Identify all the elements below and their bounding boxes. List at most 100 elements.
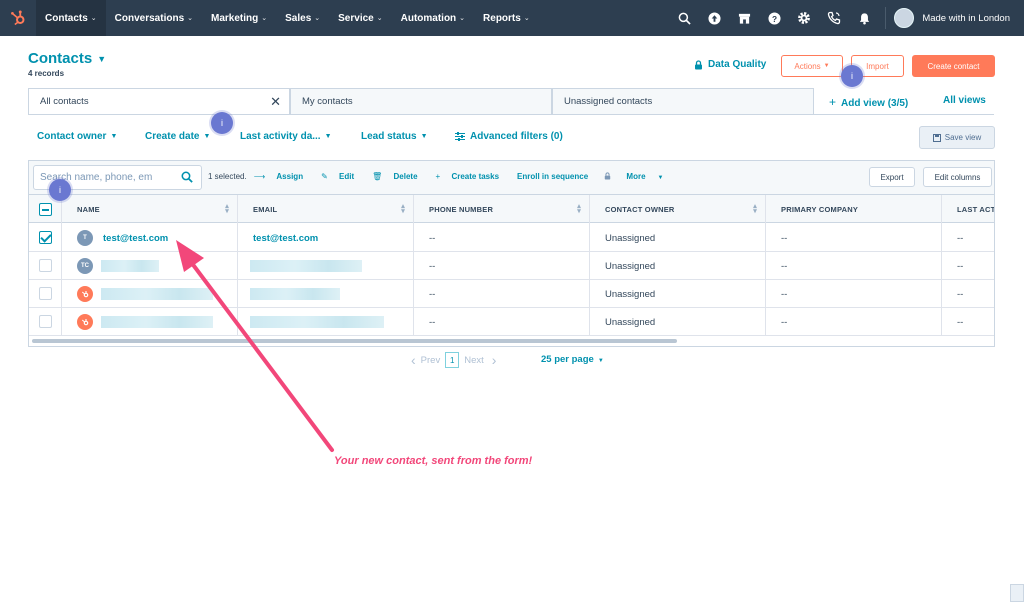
calling-icon[interactable] bbox=[819, 0, 849, 36]
tab-unassigned-contacts[interactable]: Unassigned contacts bbox=[552, 88, 814, 115]
row-checkbox[interactable] bbox=[39, 259, 52, 272]
create-tasks-action[interactable]: + Create tasks bbox=[436, 172, 509, 181]
enroll-sequence-action[interactable]: Enroll in sequence bbox=[517, 172, 611, 181]
tour-hotspot-badge[interactable]: i bbox=[841, 65, 863, 87]
upgrade-icon[interactable] bbox=[699, 0, 729, 36]
redacted-name[interactable] bbox=[101, 288, 213, 300]
company-value: -- bbox=[781, 232, 788, 244]
advanced-filters-button[interactable]: Advanced filters (0) bbox=[455, 131, 563, 142]
trash-icon: 🗑︎ bbox=[372, 172, 385, 181]
nav-service[interactable]: Service ⌄ bbox=[329, 0, 391, 36]
tour-hotspot-badge[interactable]: i bbox=[211, 112, 233, 134]
column-header-contact-owner[interactable]: CONTACT OWNER ▴ ▾ bbox=[589, 195, 765, 223]
nav-automation[interactable]: Automation ⌄ bbox=[392, 0, 474, 36]
edit-label: Edit bbox=[339, 172, 355, 181]
chevron-left-icon[interactable]: ‹ bbox=[411, 352, 416, 368]
chevron-down-icon: ⌄ bbox=[523, 15, 530, 22]
per-page-select[interactable]: 25 per page ▼ bbox=[541, 354, 604, 365]
account-name[interactable]: Made with in London bbox=[922, 13, 1024, 24]
data-quality-link[interactable]: Data Quality bbox=[694, 59, 766, 70]
table-row[interactable]: -- Unassigned -- -- bbox=[29, 308, 994, 336]
column-header-last-activity[interactable]: LAST ACT bbox=[941, 195, 994, 223]
current-page[interactable]: 1 bbox=[445, 352, 460, 368]
nav-sales[interactable]: Sales ⌄ bbox=[276, 0, 329, 36]
row-checkbox[interactable] bbox=[39, 315, 52, 328]
redacted-name[interactable] bbox=[101, 260, 159, 272]
sort-icon[interactable]: ▴ ▾ bbox=[225, 203, 229, 215]
settings-gear-icon[interactable] bbox=[789, 0, 819, 36]
view-tabs: All contacts ✕ My contacts Unassigned co… bbox=[28, 88, 814, 115]
hubspot-logo-icon[interactable] bbox=[0, 0, 36, 36]
filter-bar: Contact owner ▼ Create date ▼ Last activit… bbox=[37, 131, 563, 142]
actions-button[interactable]: Actions ▼ bbox=[781, 55, 843, 77]
tab-label: My contacts bbox=[302, 96, 353, 107]
more-actions-dropdown[interactable]: More ▼ bbox=[626, 172, 672, 181]
row-checkbox[interactable] bbox=[39, 287, 52, 300]
sort-icon[interactable]: ▴ ▾ bbox=[401, 203, 405, 215]
create-contact-button[interactable]: Create contact bbox=[912, 55, 995, 77]
redacted-name[interactable] bbox=[101, 316, 213, 328]
redacted-email[interactable] bbox=[250, 260, 362, 272]
search-icon[interactable] bbox=[181, 171, 193, 183]
close-icon[interactable]: ✕ bbox=[270, 94, 281, 110]
redacted-email[interactable] bbox=[250, 316, 384, 328]
sort-icon[interactable]: ▴ ▾ bbox=[753, 203, 757, 215]
add-view-button[interactable]: + Add view (3/5) bbox=[829, 95, 908, 109]
more-label: More bbox=[626, 172, 646, 181]
edit-columns-button[interactable]: Edit columns bbox=[923, 167, 992, 187]
plus-icon: + bbox=[829, 95, 837, 109]
nav-conversations[interactable]: Conversations ⌄ bbox=[106, 0, 202, 36]
filter-label: Lead status bbox=[361, 131, 417, 142]
notifications-bell-icon[interactable] bbox=[849, 0, 879, 36]
tour-hotspot-badge[interactable]: i bbox=[49, 179, 71, 201]
nav-divider bbox=[885, 7, 887, 29]
filter-last-activity-date[interactable]: Last activity da... ▼ bbox=[240, 131, 361, 142]
hubspot-sprocket-icon bbox=[77, 286, 93, 302]
search-icon[interactable] bbox=[669, 0, 699, 36]
filter-contact-owner[interactable]: Contact owner ▼ bbox=[37, 131, 145, 142]
edit-action[interactable]: ✎ Edit bbox=[321, 172, 363, 181]
prev-page-button[interactable]: Prev bbox=[421, 355, 441, 366]
bulk-actions: 1 selected. ⟶ Assign ✎ Edit 🗑︎ Delete + … bbox=[208, 172, 681, 181]
save-view-button[interactable]: Save view bbox=[919, 126, 995, 149]
annotation-callout: Your new contact, sent from the form! bbox=[334, 455, 533, 467]
contact-name-link[interactable]: test@test.com bbox=[103, 233, 168, 244]
contact-email-link[interactable]: test@test.com bbox=[253, 233, 318, 244]
assign-action[interactable]: ⟶ Assign bbox=[254, 172, 312, 181]
table-row[interactable]: T test@test.com test@test.com -- Unassig… bbox=[29, 224, 994, 252]
tab-divider bbox=[28, 114, 994, 115]
user-avatar[interactable] bbox=[894, 8, 915, 28]
horizontal-scrollbar[interactable] bbox=[32, 339, 677, 343]
page-title: Contacts bbox=[28, 50, 93, 67]
filter-lead-status[interactable]: Lead status ▼ bbox=[361, 131, 455, 142]
row-checkbox[interactable] bbox=[39, 231, 52, 244]
column-header-primary-company[interactable]: PRIMARY COMPANY bbox=[765, 195, 941, 223]
column-header-phone[interactable]: PHONE NUMBER ▴ ▾ bbox=[413, 195, 589, 223]
help-icon[interactable]: ? bbox=[759, 0, 789, 36]
chevron-right-icon[interactable]: › bbox=[492, 352, 497, 368]
object-switcher[interactable]: Contacts ▼ bbox=[28, 50, 106, 67]
sort-icon[interactable]: ▴ ▾ bbox=[577, 203, 581, 215]
delete-action[interactable]: 🗑︎ Delete bbox=[372, 172, 426, 181]
select-all-checkbox[interactable] bbox=[39, 203, 52, 216]
next-page-button[interactable]: Next bbox=[464, 355, 484, 366]
all-views-link[interactable]: All views bbox=[943, 95, 986, 106]
nav-reports[interactable]: Reports ⌄ bbox=[474, 0, 539, 36]
column-header-email[interactable]: EMAIL ▴ ▾ bbox=[237, 195, 413, 223]
chat-widget-tab[interactable] bbox=[1010, 584, 1024, 602]
column-label: PHONE NUMBER bbox=[429, 204, 494, 214]
tab-my-contacts[interactable]: My contacts bbox=[290, 88, 552, 115]
actions-label: Actions bbox=[794, 61, 821, 71]
column-divider bbox=[237, 195, 238, 335]
nav-marketing[interactable]: Marketing ⌄ bbox=[202, 0, 276, 36]
nav-contacts[interactable]: Contacts ⌄ bbox=[36, 0, 106, 36]
table-row[interactable]: -- Unassigned -- -- bbox=[29, 280, 994, 308]
tab-all-contacts[interactable]: All contacts ✕ bbox=[28, 88, 290, 115]
redacted-email[interactable] bbox=[250, 288, 340, 300]
marketplace-icon[interactable] bbox=[729, 0, 759, 36]
owner-value: Unassigned bbox=[605, 232, 656, 244]
table-row[interactable]: TC -- Unassigned -- -- bbox=[29, 252, 994, 280]
export-button[interactable]: Export bbox=[869, 167, 915, 187]
caret-down-icon: ▼ bbox=[823, 63, 830, 69]
column-header-name[interactable]: NAME ▴ ▾ bbox=[61, 195, 237, 223]
